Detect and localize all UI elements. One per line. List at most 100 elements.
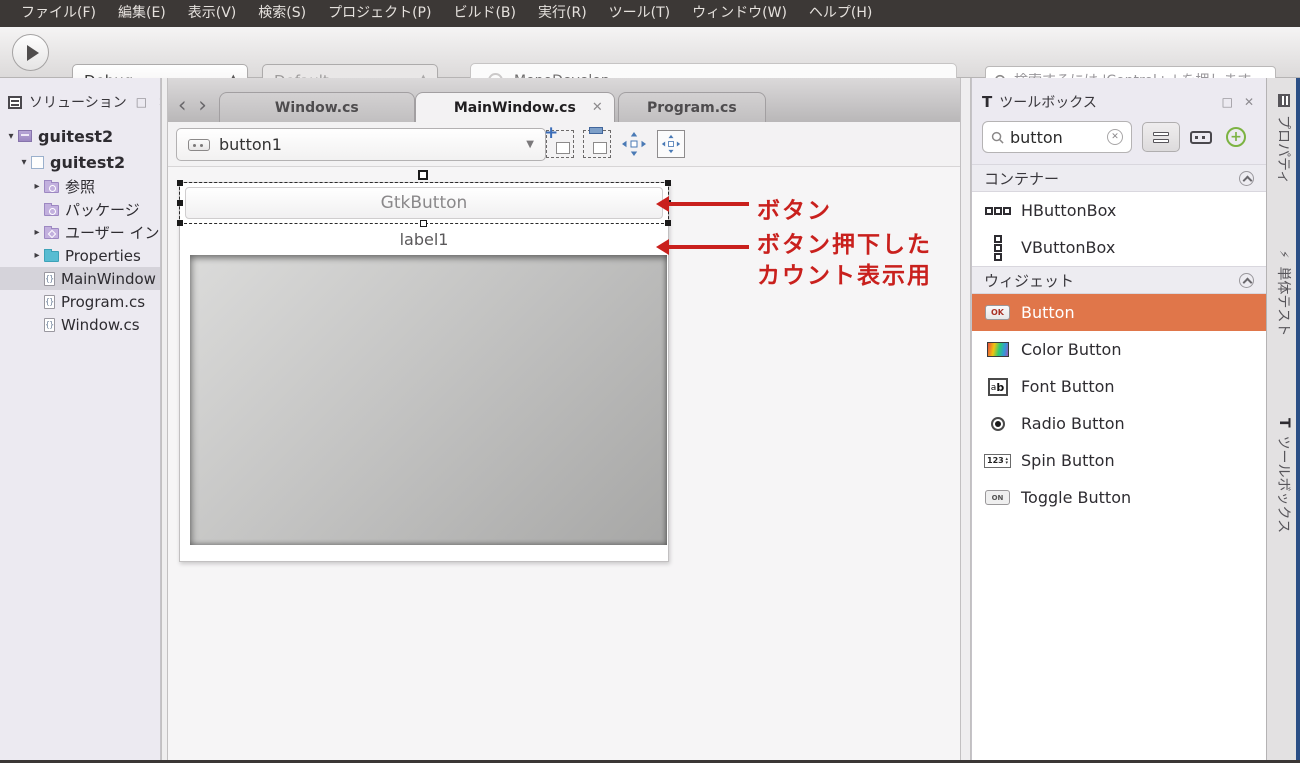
toolbox-item-color-button[interactable]: Color Button [972,331,1266,368]
toolbox-title: ツールボックス [999,92,1212,112]
menu-item-help[interactable]: ヘルプ(H) [798,0,883,27]
expander-right-icon[interactable]: ▸ [30,181,44,192]
radio-button-icon [984,417,1011,431]
resize-handle[interactable] [665,180,671,186]
solution-tree-item[interactable]: ▸ユーザー イン [0,221,160,244]
unit-test-icon: ⚡ [1277,250,1291,258]
menu-item-file[interactable]: ファイル(F) [10,0,107,27]
tree-item-label: Properties [65,247,141,265]
toolbox-item-spin-button[interactable]: 123▴▾ Spin Button [972,442,1266,479]
side-tab-strip: プロパティ ⚡ 単体テスト Tツールボックス [1266,78,1300,760]
menu-item-view[interactable]: 表示(V) [177,0,248,27]
gtk-window-preview[interactable]: GtkButton label1 [179,182,669,562]
menu-item-edit[interactable]: 編集(E) [107,0,177,27]
collapse-section-icon[interactable] [1239,171,1254,186]
toolbox-section-header[interactable]: ウィジェット [972,266,1266,294]
add-widget-icon[interactable]: + [1226,127,1246,147]
tab-window-cs[interactable]: Window.cs [219,92,415,122]
solution-tree-item[interactable]: ▾ guitest2 [0,149,160,175]
widget-selector[interactable]: button1 ▼ [176,128,546,161]
side-tab-properties[interactable]: プロパティ [1274,94,1294,184]
toolbox-item-toggle-button[interactable]: ONToggle Button [972,479,1266,516]
tree-item-label: Program.cs [61,293,145,311]
resize-handle[interactable] [177,180,183,186]
tree-item-label: guitest2 [50,153,125,172]
list-view-icon[interactable] [1142,122,1180,152]
side-tab-toolbox[interactable]: Tツールボックス [1274,418,1294,533]
collapse-section-icon[interactable] [1239,273,1254,288]
run-button[interactable] [12,34,49,71]
project-icon [31,156,44,169]
splitter-right[interactable] [960,78,971,760]
menu-item-build[interactable]: ビルド(B) [442,0,527,27]
expander-down-icon[interactable]: ▾ [17,157,31,168]
toolbox-search-input[interactable] [1010,128,1088,147]
side-tab-unit-test[interactable]: ⚡ 単体テスト [1274,250,1294,336]
solution-icon [18,130,32,142]
section-title: ウィジェット [984,270,1074,291]
menu-item-run[interactable]: 実行(R) [527,0,598,27]
resize-handle-top[interactable] [418,170,428,180]
toolbox-item-vbuttonbox[interactable]: VButtonBox [972,229,1266,266]
main-toolbar: Debug ▲▼ Default ▲▼ MonoDevelop [0,27,1300,78]
solution-tree-item[interactable]: Window.cs [0,313,160,336]
expander-down-icon[interactable]: ▾ [4,131,18,142]
tab-label: MainWindow.cs [454,100,576,116]
close-tab-icon[interactable]: ✕ [592,100,603,115]
solution-tree-item[interactable]: パッケージ [0,198,160,221]
solution-pad-icon [8,96,22,109]
clear-search-icon[interactable]: ✕ [1107,129,1123,145]
annotation-label-note-line2: カウント表示用 [757,256,932,290]
spin-button-icon: 123▴▾ [984,454,1011,468]
search-icon [991,131,1004,144]
add-widget-icon[interactable]: + [546,130,574,158]
close-icon[interactable]: ✕ [1242,96,1256,108]
menu-item-tools[interactable]: ツール(T) [598,0,681,27]
font-button-icon: ab [984,378,1011,396]
solution-tree-item[interactable]: MainWindow [0,267,160,290]
menu-item-project[interactable]: プロジェクト(P) [317,0,442,27]
splitter-left[interactable] [161,78,168,760]
tab-nav-forward-icon[interactable]: › [198,93,206,117]
gtk-client-area[interactable] [190,255,667,545]
hbuttonbox-icon [984,207,1011,215]
solution-tree-item[interactable]: ▸ Properties [0,244,160,267]
select-container-icon[interactable] [583,130,611,158]
move-widget-icon[interactable] [620,130,648,158]
toolbox-item-button[interactable]: OKButton [972,294,1266,331]
side-tab-label: 単体テスト [1274,266,1294,336]
solution-pad: ソリューション □ ✕ ▾guitest2▾guitest2▸参照パッケージ▸ユ… [0,78,161,760]
gtk-label[interactable]: label1 [180,224,668,254]
dock-icon[interactable]: □ [1220,96,1235,108]
toolbox-item-font-button[interactable]: abFont Button [972,368,1266,405]
resize-handle[interactable] [177,200,183,206]
solution-tree-item[interactable]: ▸参照 [0,175,160,198]
widget-selector-value: button1 [219,135,517,154]
gtk-button[interactable]: GtkButton [185,187,663,219]
annotation-arrow-button [669,202,749,206]
menu-item-search[interactable]: 検索(S) [247,0,317,27]
gtk-button-cell[interactable]: GtkButton [180,183,668,223]
tab-label: Program.cs [647,100,737,116]
vbuttonbox-icon [984,235,1011,261]
expander-right-icon[interactable]: ▸ [30,250,44,261]
tab-program-cs[interactable]: Program.cs [618,92,766,122]
menu-bar: ファイル(F)編集(E)表示(V)検索(S)プロジェクト(P)ビルド(B)実行(… [0,0,1300,27]
toolbox-item-label: HButtonBox [1021,201,1116,220]
solution-tree-item[interactable]: Program.cs [0,290,160,313]
toggle-button-icon: ON [984,490,1011,505]
tree-item-label: MainWindow [61,270,156,288]
tab-mainwindow-cs[interactable]: MainWindow.cs ✕ [415,92,615,122]
tab-nav-back-icon[interactable]: ‹ [178,93,186,117]
dock-icon[interactable]: □ [134,96,149,108]
toolbox-item-label: Spin Button [1021,451,1115,470]
widget-operations-icon[interactable] [657,130,685,158]
compact-view-icon[interactable] [1190,131,1212,144]
toolbox-item-radio-button[interactable]: Radio Button [972,405,1266,442]
toolbox-section-header[interactable]: コンテナー [972,164,1266,192]
expander-right-icon[interactable]: ▸ [30,227,44,238]
menu-item-window[interactable]: ウィンドウ(W) [681,0,798,27]
solution-tree-item[interactable]: ▾guitest2 [0,123,160,149]
toolbox-item-hbuttonbox[interactable]: HButtonBox [972,192,1266,229]
toolbox-search[interactable]: ✕ [982,121,1132,153]
